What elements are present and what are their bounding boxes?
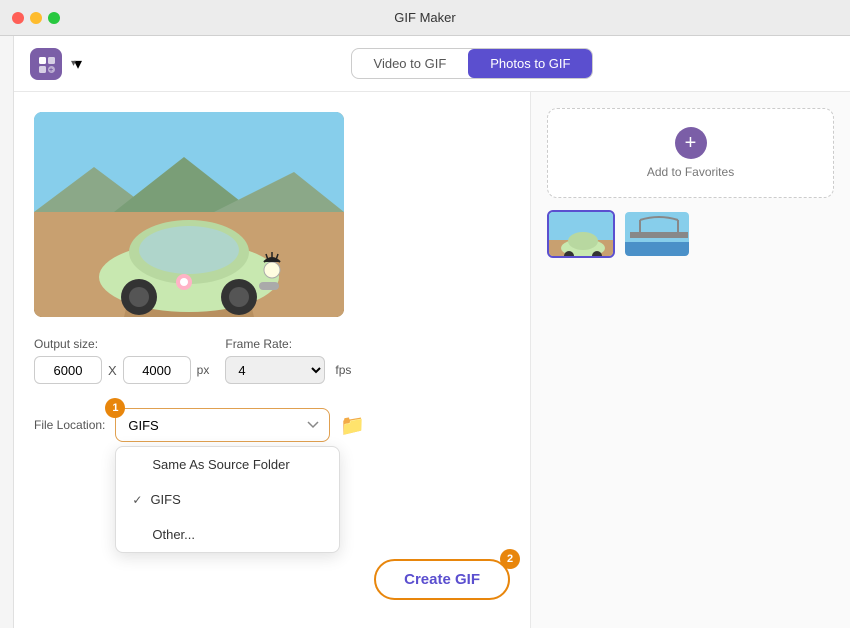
- frame-rate-select[interactable]: 4 8 12 24: [225, 356, 325, 384]
- px-label: px: [197, 363, 210, 377]
- settings-row: Output size: X px Frame Rate: 4: [34, 337, 510, 384]
- folder-icon[interactable]: 📁: [340, 413, 365, 438]
- maximize-button[interactable]: [48, 12, 60, 24]
- framerate-group: Frame Rate: 4 8 12 24 fps: [225, 337, 351, 384]
- logo-chevron: ▾: [74, 54, 98, 74]
- size-x-separator: X: [108, 363, 117, 378]
- file-location-select-wrapper: 1 GIFS Same As Source Folder Other... Sa…: [115, 408, 330, 442]
- tab-video-to-gif[interactable]: Video to GIF: [352, 49, 469, 78]
- output-size-label: Output size:: [34, 337, 209, 351]
- output-size-group: Output size: X px: [34, 337, 209, 384]
- app-title: GIF Maker: [394, 10, 455, 25]
- main-content: + ▾ Video to GIF Photos to GIF: [14, 36, 850, 628]
- height-input[interactable]: [123, 356, 191, 384]
- app-body: + ▾ Video to GIF Photos to GIF: [0, 36, 850, 628]
- thumbnail-1[interactable]: [547, 210, 615, 258]
- photo-preview: [34, 112, 344, 317]
- create-gif-area: 2 Create GIF: [374, 559, 510, 600]
- traffic-lights: [12, 12, 60, 24]
- thumbnail-2[interactable]: [623, 210, 691, 258]
- left-sidebar: [0, 36, 14, 628]
- close-button[interactable]: [12, 12, 24, 24]
- file-location-label: File Location:: [34, 418, 105, 432]
- content-area: Output size: X px Frame Rate: 4: [14, 92, 850, 628]
- dropdown-gifs[interactable]: GIFS: [116, 482, 339, 517]
- minimize-button[interactable]: [30, 12, 42, 24]
- app-logo-button[interactable]: +: [30, 48, 62, 80]
- left-panel: Output size: X px Frame Rate: 4: [14, 92, 530, 628]
- preview-image: [34, 112, 344, 317]
- thumbnails-row: [547, 210, 834, 258]
- dropdown-other[interactable]: Other...: [116, 517, 339, 552]
- title-bar: GIF Maker: [0, 0, 850, 36]
- badge-2: 2: [500, 549, 520, 569]
- toolbar: + ▾ Video to GIF Photos to GIF: [14, 36, 850, 92]
- favorites-label: Add to Favorites: [647, 165, 734, 179]
- add-favorites-icon: +: [675, 127, 707, 159]
- file-location-dropdown: Same As Source Folder GIFS Other...: [115, 446, 340, 553]
- size-inputs: X px: [34, 356, 209, 384]
- frame-rate-label: Frame Rate:: [225, 337, 351, 351]
- create-gif-button[interactable]: Create GIF: [374, 559, 510, 600]
- tab-photos-to-gif[interactable]: Photos to GIF: [468, 49, 592, 78]
- width-input[interactable]: [34, 356, 102, 384]
- fps-label: fps: [335, 363, 351, 377]
- file-location-select[interactable]: GIFS Same As Source Folder Other...: [115, 408, 330, 442]
- dropdown-same-as-source[interactable]: Same As Source Folder: [116, 447, 339, 482]
- tab-group: Video to GIF Photos to GIF: [351, 48, 594, 79]
- svg-text:+: +: [49, 67, 53, 73]
- add-to-favorites-box[interactable]: + Add to Favorites: [547, 108, 834, 198]
- right-panel: + Add to Favorites: [530, 92, 850, 628]
- file-location-row: File Location: 1 GIFS Same As Source Fol…: [34, 408, 510, 442]
